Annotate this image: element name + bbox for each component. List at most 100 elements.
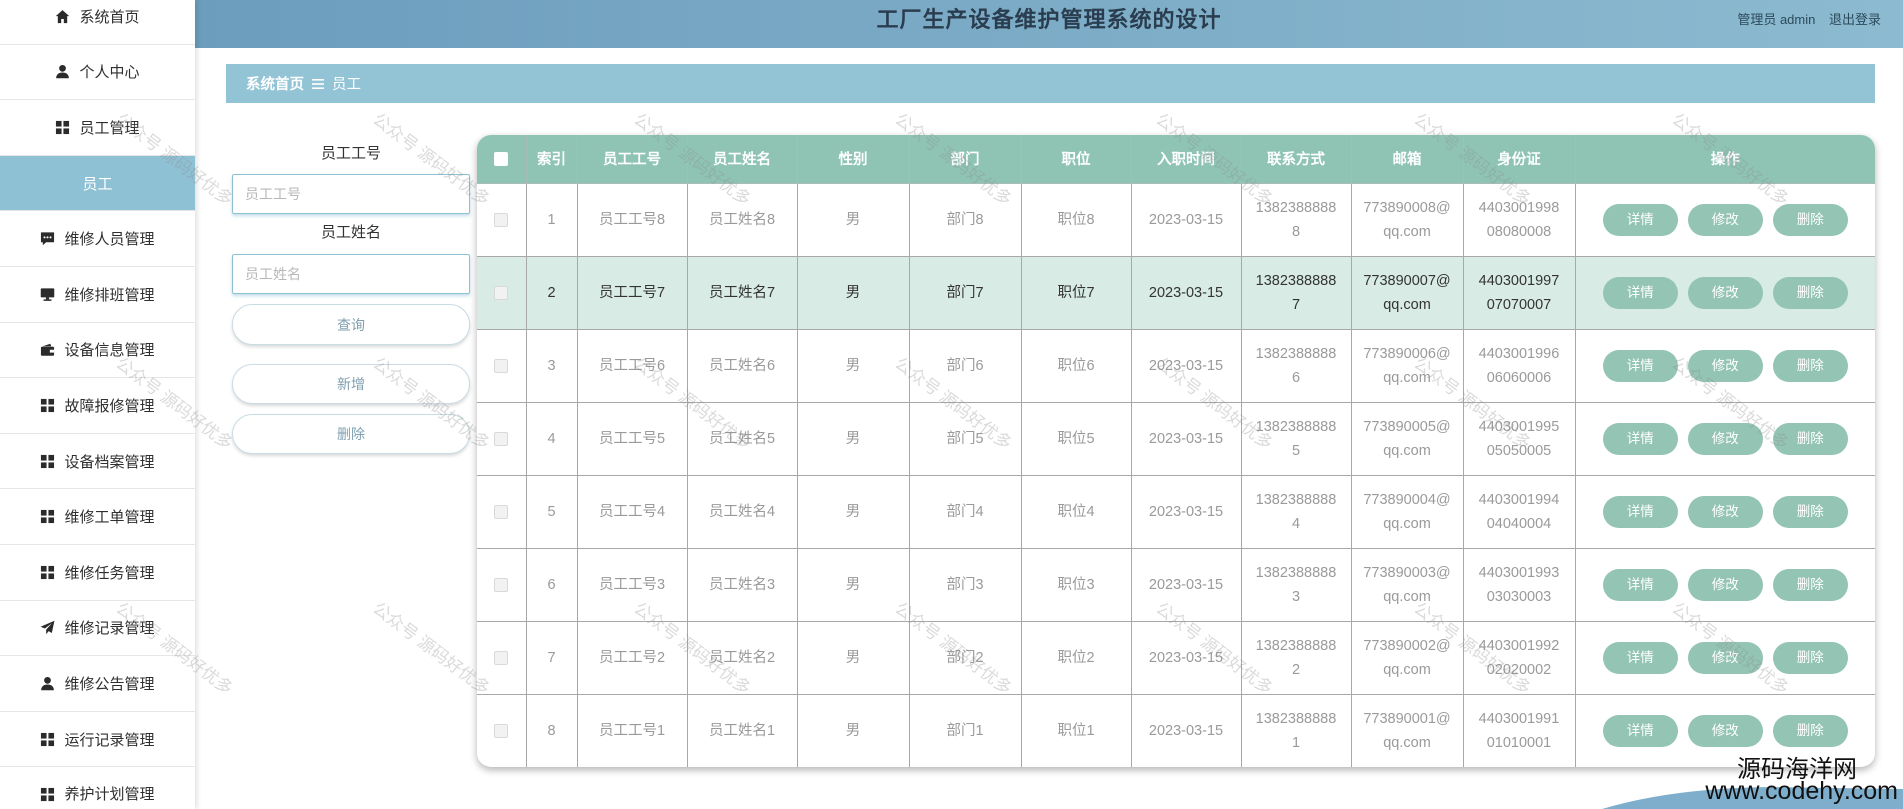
detail-button[interactable]: 详情 bbox=[1602, 714, 1678, 747]
row-checkbox[interactable] bbox=[494, 212, 509, 227]
cell-id-card: 440300199707070007 bbox=[1462, 255, 1576, 330]
cell-index: 2 bbox=[525, 255, 578, 330]
detail-button[interactable]: 详情 bbox=[1602, 568, 1678, 601]
cell-department: 部门7 bbox=[908, 255, 1022, 330]
row-checkbox[interactable] bbox=[494, 577, 509, 592]
detail-button[interactable]: 详情 bbox=[1602, 422, 1678, 455]
grid-icon bbox=[40, 787, 55, 802]
home-icon bbox=[55, 9, 70, 24]
cell-id-card: 440300199505050005 bbox=[1462, 401, 1576, 476]
table-row: 5 员工工号4 员工姓名4 男部门4 职位4 2023-03-15 13823888884 7… bbox=[477, 474, 1875, 549]
row-checkbox[interactable] bbox=[494, 358, 509, 373]
cell-employee-id: 员工工号6 bbox=[576, 328, 688, 403]
sidebar-item-employee-management[interactable]: 员工管理 bbox=[0, 100, 195, 156]
cell-index: 6 bbox=[525, 547, 578, 622]
delete-row-button[interactable]: 删除 bbox=[1772, 714, 1848, 747]
row-checkbox[interactable] bbox=[494, 431, 509, 446]
sidebar-item-operation-record[interactable]: 运行记录管理 bbox=[0, 712, 195, 768]
row-checkbox[interactable] bbox=[494, 650, 509, 665]
cell-actions: 详情 修改 删除 bbox=[1574, 620, 1875, 695]
sidebar-item-maintenance-task[interactable]: 维修任务管理 bbox=[0, 545, 195, 601]
cell-employee-name: 员工姓名3 bbox=[686, 547, 798, 622]
detail-button[interactable]: 详情 bbox=[1602, 641, 1678, 674]
cell-phone: 13823888887 bbox=[1240, 255, 1352, 330]
employee-name-input[interactable] bbox=[232, 254, 470, 294]
cell-id-card: 440300199606060006 bbox=[1462, 328, 1576, 403]
employee-table-container: 索引 员工工号 员工姓名 性别 部门 职位 入职时间 联系方式 邮箱 身份证 操… bbox=[477, 135, 1875, 767]
sidebar-item-fault-report[interactable]: 故障报修管理 bbox=[0, 378, 195, 434]
sidebar-item-home[interactable]: 系统首页 bbox=[0, 0, 195, 45]
cell-email: 773890005@qq.com bbox=[1350, 401, 1464, 476]
cell-position: 职位4 bbox=[1020, 474, 1132, 549]
employee-id-input[interactable] bbox=[232, 174, 470, 214]
cell-employee-id: 员工工号3 bbox=[576, 547, 688, 622]
sidebar-item-equipment-info[interactable]: 设备信息管理 bbox=[0, 323, 195, 379]
edit-button[interactable]: 修改 bbox=[1687, 495, 1763, 528]
table-body: 1 员工工号8 员工姓名8 男部门8 职位8 2023-03-15 13823888888 7… bbox=[477, 182, 1875, 767]
select-all-checkbox[interactable] bbox=[494, 151, 509, 166]
cell-employee-name: 员工姓名6 bbox=[686, 328, 798, 403]
delete-row-button[interactable]: 删除 bbox=[1772, 203, 1848, 236]
cell-phone: 13823888888 bbox=[1240, 182, 1352, 257]
row-checkbox[interactable] bbox=[494, 285, 509, 300]
sidebar-item-care-plan[interactable]: 养护计划管理 bbox=[0, 767, 195, 809]
cell-employee-name: 员工姓名7 bbox=[686, 255, 798, 330]
cell-phone: 13823888882 bbox=[1240, 620, 1352, 695]
delete-row-button[interactable]: 删除 bbox=[1772, 568, 1848, 601]
sidebar-item-maintenance-schedule[interactable]: 维修排班管理 bbox=[0, 267, 195, 323]
sidebar-item-maintenance-record[interactable]: 维修记录管理 bbox=[0, 601, 195, 657]
cell-hire-date: 2023-03-15 bbox=[1130, 401, 1242, 476]
edit-button[interactable]: 修改 bbox=[1687, 641, 1763, 674]
row-checkbox[interactable] bbox=[494, 723, 509, 738]
sidebar-item-maintenance-notice[interactable]: 维修公告管理 bbox=[0, 656, 195, 712]
query-button[interactable]: 查询 bbox=[232, 304, 470, 345]
edit-button[interactable]: 修改 bbox=[1687, 568, 1763, 601]
cell-select bbox=[477, 547, 527, 622]
cell-position: 职位5 bbox=[1020, 401, 1132, 476]
cell-index: 7 bbox=[525, 620, 578, 695]
delete-row-button[interactable]: 删除 bbox=[1772, 422, 1848, 455]
cell-id-card: 440300199404040004 bbox=[1462, 474, 1576, 549]
cell-select bbox=[477, 474, 527, 549]
detail-button[interactable]: 详情 bbox=[1602, 349, 1678, 382]
column-header-employee-id: 员工工号 bbox=[576, 135, 688, 184]
cell-phone: 13823888885 bbox=[1240, 401, 1352, 476]
sidebar-item-label: 设备档案管理 bbox=[64, 453, 155, 471]
cell-employee-name: 员工姓名2 bbox=[686, 620, 798, 695]
edit-button[interactable]: 修改 bbox=[1687, 276, 1763, 309]
sidebar-item-profile[interactable]: 个人中心 bbox=[0, 45, 195, 101]
edit-button[interactable]: 修改 bbox=[1687, 714, 1763, 747]
logout-link[interactable]: 退出登录 bbox=[1829, 12, 1881, 27]
delete-row-button[interactable]: 删除 bbox=[1772, 276, 1848, 309]
edit-button[interactable]: 修改 bbox=[1687, 203, 1763, 236]
breadcrumb-home[interactable]: 系统首页 bbox=[246, 73, 304, 94]
edit-button[interactable]: 修改 bbox=[1687, 422, 1763, 455]
cell-select bbox=[477, 328, 527, 403]
cell-email: 773890002@qq.com bbox=[1350, 620, 1464, 695]
cell-department: 部门1 bbox=[908, 693, 1022, 767]
batch-delete-button[interactable]: 删除 bbox=[232, 414, 470, 454]
cell-id-card: 440300199808080008 bbox=[1462, 182, 1576, 257]
column-header-phone: 联系方式 bbox=[1240, 135, 1352, 184]
column-header-email: 邮箱 bbox=[1350, 135, 1464, 184]
row-checkbox[interactable] bbox=[494, 504, 509, 519]
detail-button[interactable]: 详情 bbox=[1602, 276, 1678, 309]
delete-row-button[interactable]: 删除 bbox=[1772, 349, 1848, 382]
cell-gender: 男 bbox=[796, 182, 910, 257]
cell-position: 职位3 bbox=[1020, 547, 1132, 622]
detail-button[interactable]: 详情 bbox=[1602, 203, 1678, 236]
breadcrumb-current: 员工 bbox=[332, 77, 361, 93]
add-button[interactable]: 新增 bbox=[232, 364, 470, 404]
sidebar-item-maintainer-management[interactable]: 维修人员管理 bbox=[0, 211, 195, 267]
detail-button[interactable]: 详情 bbox=[1602, 495, 1678, 528]
edit-button[interactable]: 修改 bbox=[1687, 349, 1763, 382]
cell-actions: 详情 修改 删除 bbox=[1574, 547, 1875, 622]
user-icon bbox=[40, 676, 55, 691]
cell-position: 职位8 bbox=[1020, 182, 1132, 257]
sidebar-item-employee[interactable]: 员工 bbox=[0, 155, 195, 212]
sidebar-item-work-order[interactable]: 维修工单管理 bbox=[0, 489, 195, 545]
sidebar-item-equipment-archive[interactable]: 设备档案管理 bbox=[0, 434, 195, 490]
sidebar-item-label: 维修人员管理 bbox=[64, 231, 155, 249]
delete-row-button[interactable]: 删除 bbox=[1772, 641, 1848, 674]
delete-row-button[interactable]: 删除 bbox=[1772, 495, 1848, 528]
